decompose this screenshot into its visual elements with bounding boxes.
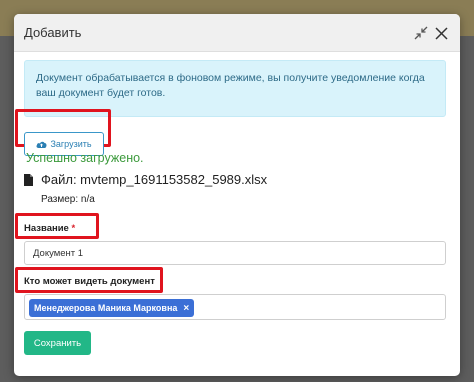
modal-header: Добавить [14,14,460,52]
name-field-label: Название * [24,223,76,234]
modal-title: Добавить [24,25,82,40]
name-input[interactable]: Документ 1 [24,241,446,265]
cloud-upload-icon [36,141,47,148]
collapse-arrows-icon[interactable] [412,24,430,42]
remove-tag-icon[interactable]: × [183,303,189,314]
file-name: Файл: mvtemp_1691153582_5989.xlsx [41,172,268,187]
upload-button-label: Загрузить [50,139,92,149]
file-icon [24,173,33,186]
visibility-field-label: Кто может видеть документ [24,276,155,287]
upload-status: Успешно загружено. [26,151,144,165]
user-tag: Менеджерова Маника Марковна × [29,299,195,317]
save-button[interactable]: Сохранить [24,331,91,355]
close-icon[interactable] [432,24,450,42]
visibility-tag-input[interactable]: Менеджерова Маника Марковна × [24,294,446,320]
user-tag-label: Менеджерова Маника Марковна [34,303,178,313]
add-document-modal: Добавить Документ обрабатывается в фонов… [14,14,460,376]
required-mark: * [71,223,76,234]
file-size: Размер: n/a [41,194,95,205]
file-info: Файл: mvtemp_1691153582_5989.xlsx [24,172,267,187]
